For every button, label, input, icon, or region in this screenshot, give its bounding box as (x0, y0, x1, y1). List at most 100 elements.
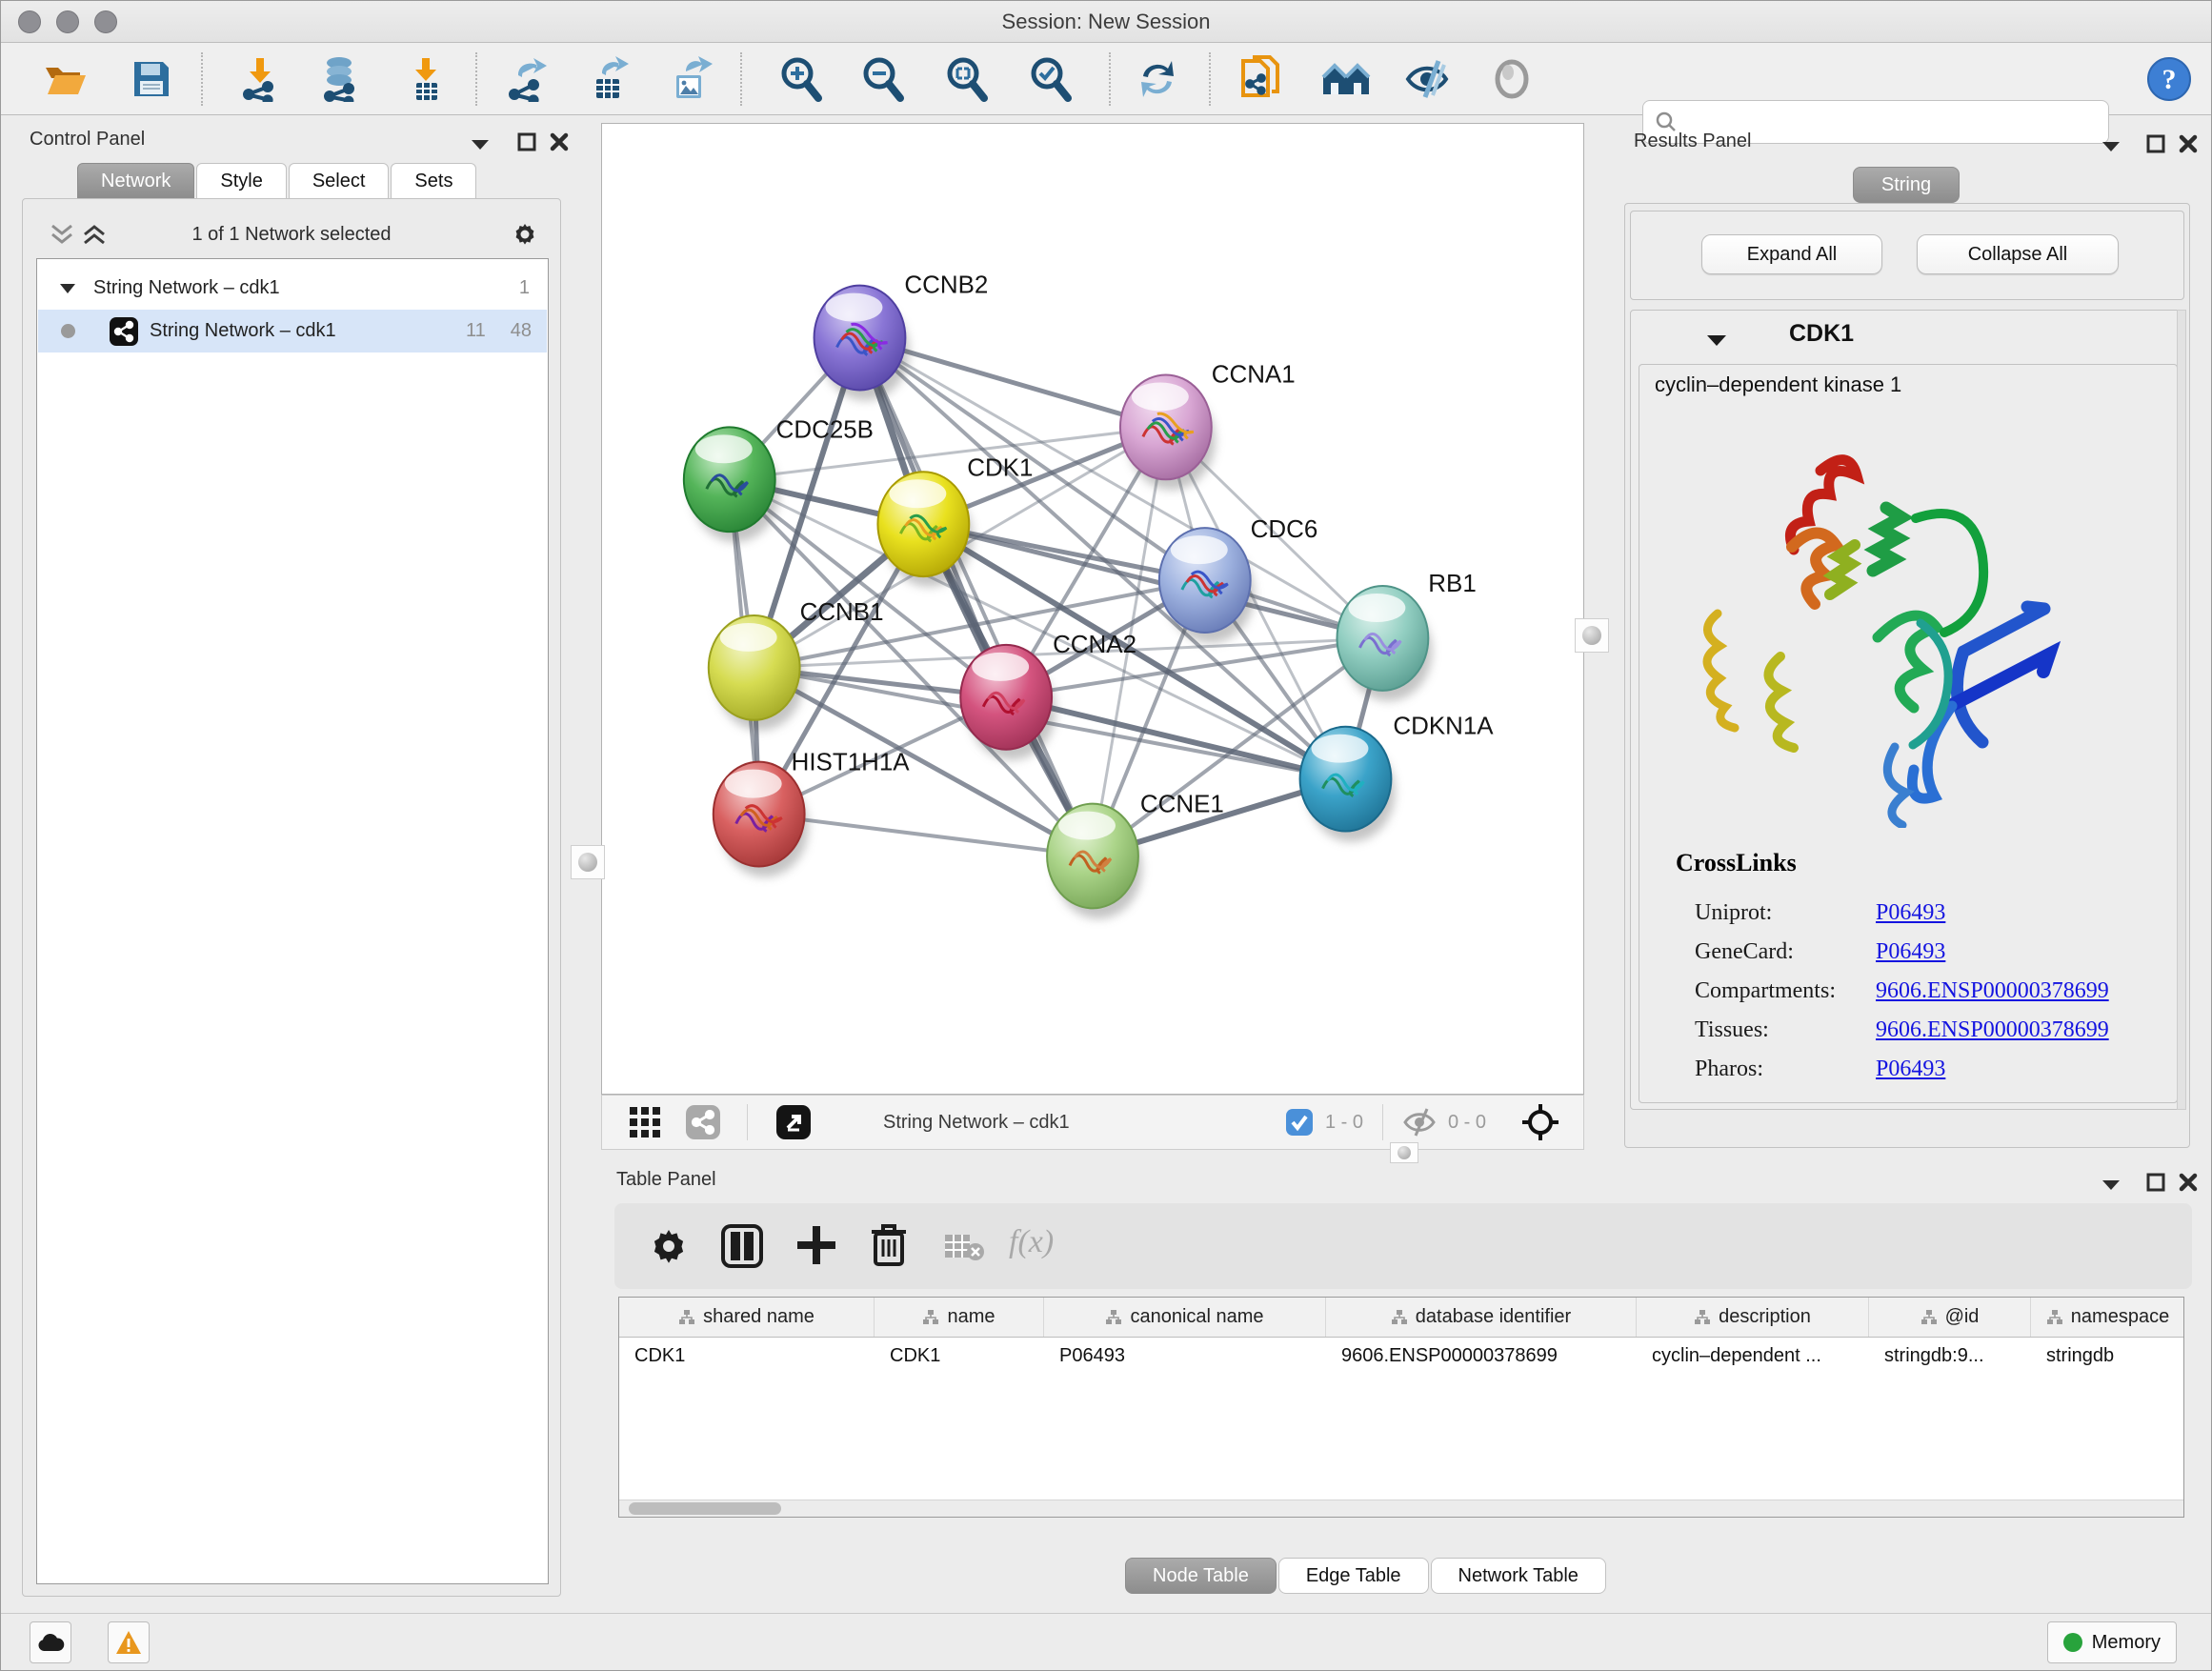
zoom-fit-button[interactable] (942, 54, 992, 104)
scrollbar-thumb[interactable] (629, 1502, 781, 1515)
network-row[interactable]: String Network – cdk1 11 48 (38, 310, 547, 352)
network-node-ccnb2[interactable]: CCNB2 (814, 272, 989, 401)
network-canvas[interactable]: CCNB2 CCNA1 CDC25BCDK1 CDC6RB1 CCNB1 CCNA2 CDK… (601, 123, 1584, 1095)
table-cell[interactable]: stringdb (2031, 1338, 2184, 1376)
tab-node-table[interactable]: Node Table (1125, 1558, 1277, 1594)
node-label-ccne1: CCNE1 (1140, 792, 1224, 818)
network-node-cdc6[interactable]: CDC6 (1159, 516, 1317, 643)
grid-view-icon[interactable] (629, 1106, 661, 1138)
fit-content-crosshair-icon[interactable] (1520, 1102, 1560, 1142)
network-node-cdk1[interactable]: CDK1 (877, 454, 1033, 587)
column-header-database-identifier[interactable]: database identifier (1326, 1298, 1637, 1337)
close-panel-icon[interactable] (2179, 134, 2198, 153)
show-columns-icon[interactable] (721, 1224, 763, 1268)
birds-eye-share-icon[interactable] (686, 1105, 720, 1139)
collapse-all-button[interactable]: Collapse All (1917, 234, 2119, 274)
memory-button[interactable]: Memory (2047, 1621, 2177, 1663)
network-node-cdkn1a[interactable]: CDKN1A (1300, 714, 1495, 842)
share-document-button[interactable] (1236, 54, 1285, 104)
help-button[interactable]: ? (2144, 54, 2194, 104)
tab-style[interactable]: Style (196, 163, 286, 199)
network-node-ccna2[interactable]: CCNA2 (960, 632, 1136, 760)
cloud-status-button[interactable] (30, 1621, 71, 1663)
tab-select[interactable]: Select (289, 163, 390, 199)
network-node-rb1[interactable]: RB1 (1337, 571, 1476, 701)
right-splitter-handle[interactable] (1575, 618, 1609, 653)
panel-menu-icon[interactable] (2101, 1178, 2122, 1192)
first-neighbors-button[interactable] (1321, 54, 1371, 104)
column-header-namespace[interactable]: namespace (2031, 1298, 2184, 1337)
column-header-name[interactable]: name (875, 1298, 1044, 1337)
show-all-button[interactable] (1487, 54, 1537, 104)
network-edge[interactable] (859, 338, 1093, 856)
column-header-description[interactable]: description (1637, 1298, 1869, 1337)
tab-network-table[interactable]: Network Table (1431, 1558, 1606, 1594)
warnings-button[interactable] (108, 1621, 150, 1663)
network-node-ccnb1[interactable]: CCNB1 (709, 599, 884, 731)
crosslink-label: Pharos: (1695, 1057, 1876, 1082)
crosslink-link[interactable]: P06493 (1876, 939, 1945, 965)
table-row[interactable]: CDK1CDK1P064939606.ENSP00000378699cyclin… (619, 1338, 2183, 1376)
create-column-plus-icon[interactable] (795, 1224, 837, 1268)
results-scrollbar[interactable] (2177, 310, 2186, 1110)
zoom-in-button[interactable] (776, 54, 826, 104)
import-network-file-button[interactable] (235, 54, 285, 104)
float-panel-icon[interactable] (2146, 1173, 2165, 1192)
delete-column-trash-icon[interactable] (870, 1222, 908, 1268)
tab-edge-table[interactable]: Edge Table (1278, 1558, 1429, 1594)
tab-network[interactable]: Network (77, 163, 194, 199)
refresh-view-button[interactable] (1133, 54, 1182, 104)
panel-menu-icon[interactable] (470, 138, 491, 151)
zoom-selected-button[interactable] (1026, 54, 1076, 104)
save-session-button[interactable] (127, 54, 176, 104)
table-horizontal-scrollbar[interactable] (619, 1500, 2183, 1517)
table-settings-gear-icon[interactable] (649, 1226, 689, 1266)
network-options-gear-icon[interactable] (511, 220, 539, 249)
table-cell[interactable]: cyclin–dependent ... (1637, 1338, 1869, 1376)
table-cell[interactable]: P06493 (1044, 1338, 1326, 1376)
node-table[interactable]: shared namenamecanonical namedatabase id… (618, 1297, 2184, 1518)
bottom-splitter-handle[interactable] (1390, 1142, 1418, 1163)
network-collection-row[interactable]: String Network – cdk1 1 (38, 267, 547, 310)
panel-menu-icon[interactable] (2101, 140, 2122, 153)
network-node-ccne1[interactable]: CCNE1 (1047, 792, 1224, 919)
network-node-cdc25b[interactable]: CDC25B (684, 416, 874, 542)
column-header-canonical-name[interactable]: canonical name (1044, 1298, 1326, 1337)
import-table-file-button[interactable] (401, 54, 451, 104)
network-edge[interactable] (759, 815, 1093, 856)
table-cell[interactable]: CDK1 (619, 1338, 875, 1376)
crosslink-link[interactable]: 9606.ENSP00000378699 (1876, 1017, 2109, 1043)
close-panel-icon[interactable] (550, 132, 569, 151)
table-cell[interactable]: stringdb:9... (1869, 1338, 2031, 1376)
tab-sets[interactable]: Sets (391, 163, 476, 199)
import-network-database-button[interactable] (315, 54, 365, 104)
tab-string[interactable]: String (1853, 167, 1960, 203)
open-session-button[interactable] (41, 54, 90, 104)
left-splitter-handle[interactable] (571, 845, 605, 879)
export-table-button[interactable] (584, 54, 633, 104)
export-network-button[interactable] (502, 54, 552, 104)
section-expander-icon[interactable] (1705, 333, 1728, 348)
table-cell[interactable]: 9606.ENSP00000378699 (1326, 1338, 1637, 1376)
crosslink-link[interactable]: P06493 (1876, 1057, 1945, 1082)
close-panel-icon[interactable] (2179, 1173, 2198, 1192)
column-header-shared-name[interactable]: shared name (619, 1298, 875, 1337)
crosslink-link[interactable]: 9606.ENSP00000378699 (1876, 978, 2109, 1004)
hide-selected-button[interactable] (1403, 54, 1453, 104)
float-panel-icon[interactable] (517, 132, 536, 151)
delete-table-icon[interactable] (944, 1232, 986, 1262)
zoom-out-button[interactable] (858, 54, 908, 104)
table-cell[interactable]: CDK1 (875, 1338, 1044, 1376)
selected-checkbox-icon[interactable] (1285, 1108, 1314, 1137)
column-header--id[interactable]: @id (1869, 1298, 2031, 1337)
export-image-button[interactable] (666, 54, 715, 104)
network-node-ccna1[interactable]: CCNA1 (1120, 361, 1296, 490)
tree-expander-icon[interactable] (59, 283, 76, 294)
document-share-icon (1239, 55, 1281, 103)
expand-all-button[interactable]: Expand All (1701, 234, 1882, 274)
crosslink-link[interactable]: P06493 (1876, 900, 1945, 926)
open-in-window-icon[interactable] (776, 1105, 811, 1139)
network-node-hist1h1a[interactable]: HIST1H1A (714, 750, 911, 877)
float-panel-icon[interactable] (2146, 134, 2165, 153)
export-image-icon (669, 56, 713, 102)
